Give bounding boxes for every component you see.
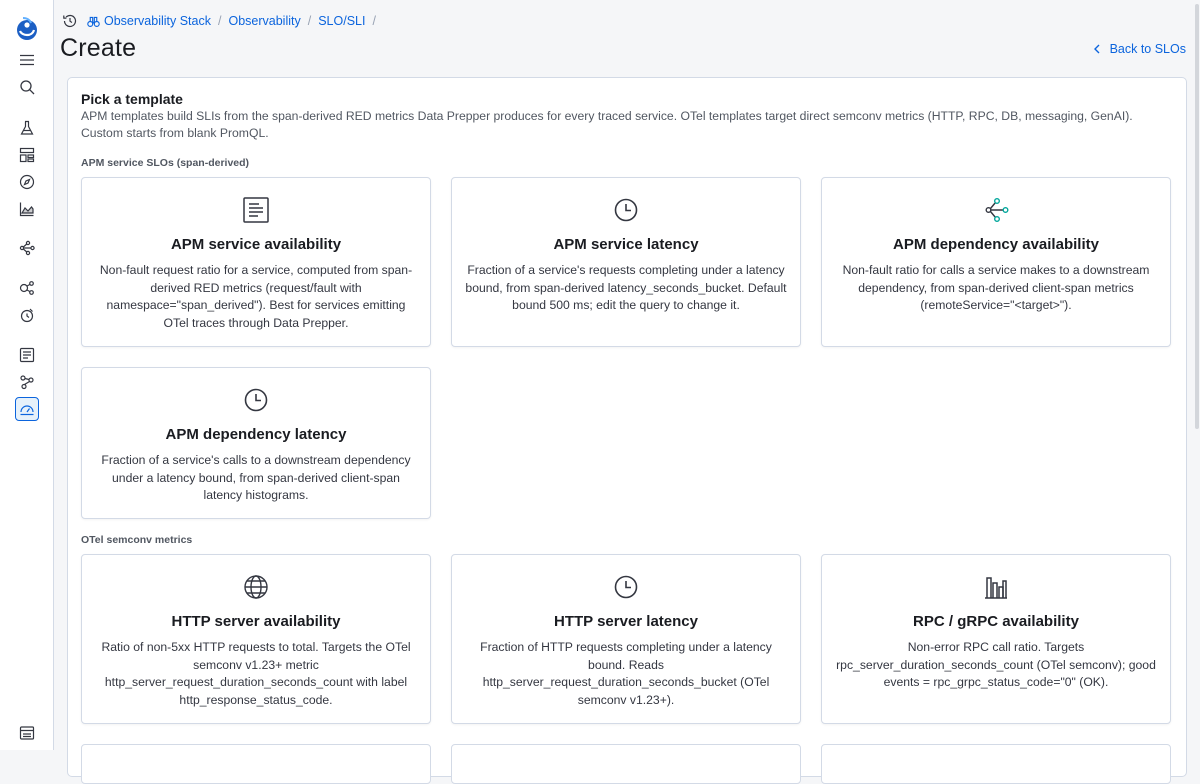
search-icon[interactable] <box>15 75 39 99</box>
card-title: APM service availability <box>170 236 342 253</box>
topology-icon[interactable] <box>15 236 39 260</box>
card-title: APM dependency latency <box>165 426 347 443</box>
template-card[interactable] <box>81 744 431 784</box>
breadcrumb-separator: / <box>307 14 312 28</box>
breadcrumb-observability[interactable]: Observability <box>228 14 300 28</box>
services-icon[interactable] <box>15 276 39 300</box>
clock-icon <box>452 196 800 226</box>
panel-description: APM templates build SLIs from the span-d… <box>81 109 1133 140</box>
template-card-apm-service-latency[interactable]: APM service latency Fraction of a servic… <box>451 177 801 347</box>
template-card[interactable] <box>821 744 1171 784</box>
template-card[interactable] <box>451 744 801 784</box>
clock-icon <box>82 386 430 416</box>
card-title: HTTP server availability <box>171 613 341 630</box>
traces-icon[interactable] <box>15 370 39 394</box>
alerts-icon[interactable] <box>15 303 39 327</box>
breadcrumb: Observability Stack / Observability / SL… <box>62 12 383 30</box>
template-card-http-server-availability[interactable]: HTTP server availability Ratio of non-5x… <box>81 554 431 724</box>
dock-icon[interactable] <box>15 721 39 745</box>
card-description: Non-fault request ratio for a service, c… <box>99 263 413 330</box>
document-icon <box>82 196 430 226</box>
logs-icon[interactable] <box>15 343 39 367</box>
globe-icon <box>82 573 430 603</box>
side-nav <box>0 0 54 750</box>
slo-gauge-icon[interactable] <box>15 397 39 421</box>
clock-icon <box>452 573 800 603</box>
breadcrumb-separator: / <box>217 14 222 28</box>
page-title: Create <box>60 34 137 62</box>
dependency-icon <box>822 196 1170 226</box>
menu-icon[interactable] <box>15 48 39 72</box>
breadcrumb-slo-sli[interactable]: SLO/SLI <box>318 14 365 28</box>
card-description: Fraction of HTTP requests completing und… <box>480 640 772 707</box>
template-picker-panel: Pick a template APM templates build SLIs… <box>67 77 1187 784</box>
template-card-apm-dependency-latency[interactable]: APM dependency latency Fraction of a ser… <box>81 367 431 519</box>
chevron-left-icon <box>1093 44 1100 54</box>
panel-title: Pick a template <box>81 91 183 107</box>
template-card-rpc-grpc-availability[interactable]: RPC / gRPC availability Non-error RPC ca… <box>821 554 1171 724</box>
area-chart-icon[interactable] <box>15 197 39 221</box>
template-card-http-server-latency[interactable]: HTTP server latency Fraction of HTTP req… <box>451 554 801 724</box>
compass-icon[interactable] <box>15 170 39 194</box>
history-icon[interactable] <box>62 13 78 29</box>
section-label-otel: OTel semconv metrics <box>81 534 193 546</box>
section-label-apm: APM service SLOs (span-derived) <box>81 157 250 169</box>
bar-chart-icon <box>822 573 1170 603</box>
scrollbar[interactable] <box>1195 4 1199 429</box>
card-title: HTTP server latency <box>554 613 698 630</box>
card-description: Fraction of a service's requests complet… <box>465 263 787 312</box>
card-description: Fraction of a service's calls to a downs… <box>101 453 411 502</box>
breadcrumb-separator: / <box>372 14 376 28</box>
back-link-label: Back to SLOs <box>1109 42 1186 56</box>
card-description: Ratio of non-5xx HTTP requests to total.… <box>101 640 411 707</box>
template-card-apm-service-availability[interactable]: APM service availability Non-fault reque… <box>81 177 431 347</box>
breadcrumb-observability-stack[interactable]: Observability Stack <box>104 14 211 28</box>
back-to-slos-link[interactable]: Back to SLOs <box>1092 42 1186 56</box>
binoculars-icon <box>87 16 100 27</box>
card-description: Non-error RPC call ratio. Targets rpc_se… <box>836 640 1156 689</box>
flask-icon[interactable] <box>15 116 39 140</box>
card-title: APM dependency availability <box>893 236 1099 253</box>
template-card-apm-dependency-availability[interactable]: APM dependency availability Non-fault ra… <box>821 177 1171 347</box>
dashboard-icon[interactable] <box>15 143 39 167</box>
card-title: APM service latency <box>553 236 699 253</box>
card-title: RPC / gRPC availability <box>913 613 1079 630</box>
card-description: Non-fault ratio for calls a service make… <box>842 263 1150 312</box>
app-logo[interactable] <box>14 16 40 42</box>
